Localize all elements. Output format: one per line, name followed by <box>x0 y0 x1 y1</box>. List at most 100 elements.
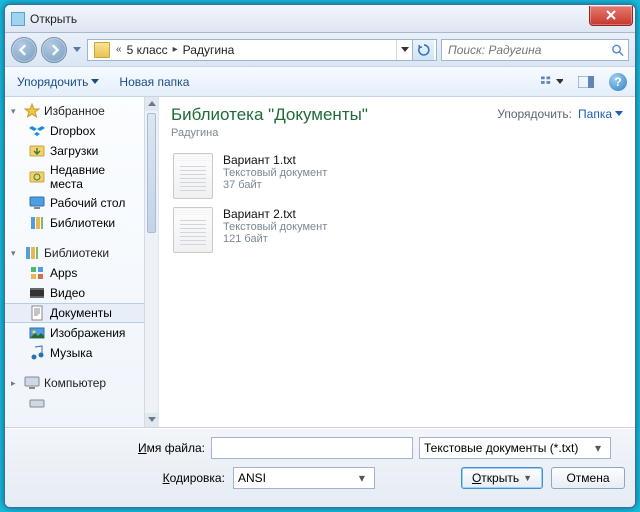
sidebar-item-documents[interactable]: Документы <box>5 303 145 323</box>
chevron-down-icon: ▼ <box>523 473 532 483</box>
folder-icon <box>94 42 110 58</box>
nav-bar: « 5 класс ▸ Радугина <box>5 33 635 67</box>
chevron-down-icon <box>556 79 563 85</box>
file-size: 37 байт <box>223 179 327 191</box>
sidebar: ▾ Избранное Dropbox Загрузки Недавние ме… <box>5 97 159 427</box>
preview-pane-icon <box>578 76 594 88</box>
file-name-label: Имя файла: <box>15 441 205 455</box>
file-name: Вариант 1.txt <box>223 153 327 167</box>
encoding-select[interactable]: ANSI ▾ <box>233 467 375 489</box>
file-type-filter[interactable]: Текстовые документы (*.txt) ▾ <box>419 437 611 459</box>
new-folder-label: Новая папка <box>119 75 189 89</box>
search-input[interactable] <box>446 42 607 58</box>
sort-dropdown[interactable]: Папка <box>578 107 623 121</box>
sidebar-item-libraries-fav[interactable]: Библиотеки <box>5 213 145 233</box>
open-button[interactable]: Открыть ▼ <box>461 467 543 489</box>
sidebar-item-recent[interactable]: Недавние места <box>5 161 145 193</box>
sidebar-item-drive[interactable] <box>5 393 145 413</box>
sidebar-group-computer[interactable]: ▸ Компьютер <box>5 373 145 393</box>
view-icon <box>541 75 556 89</box>
breadcrumb-2[interactable]: Радугина <box>180 43 238 57</box>
arrow-right-icon <box>48 44 60 56</box>
new-folder-button[interactable]: Новая папка <box>115 73 193 91</box>
library-title: Библиотека "Документы" <box>171 105 497 125</box>
nav-history-dropdown[interactable] <box>71 40 83 60</box>
back-button[interactable] <box>11 37 37 63</box>
file-name-input[interactable] <box>211 437 413 459</box>
libraries-icon <box>29 215 45 231</box>
breadcrumb-sep-icon: ▸ <box>171 44 180 55</box>
favorites-label: Избранное <box>44 104 105 118</box>
apps-icon <box>29 265 45 281</box>
footer: Имя файла: Текстовые документы (*.txt) ▾… <box>5 428 635 507</box>
chevron-down-icon <box>401 47 409 53</box>
chevron-down-icon <box>73 47 81 53</box>
refresh-button[interactable] <box>412 40 434 60</box>
file-item[interactable]: Вариант 2.txt Текстовый документ 121 бай… <box>171 203 623 257</box>
refresh-icon <box>418 44 430 56</box>
toolbar: Упорядочить Новая папка ? <box>5 67 635 97</box>
video-icon <box>29 285 45 301</box>
sidebar-item-desktop[interactable]: Рабочий стол <box>5 193 145 213</box>
desktop-icon <box>29 195 45 211</box>
collapse-icon: ▾ <box>11 106 20 117</box>
file-type: Текстовый документ <box>223 221 327 233</box>
breadcrumb-1[interactable]: 5 класс <box>124 43 171 57</box>
search-icon <box>611 43 624 57</box>
organize-button[interactable]: Упорядочить <box>13 73 103 91</box>
documents-icon <box>29 305 45 321</box>
chevron-down-icon: ▾ <box>590 441 606 455</box>
star-icon <box>24 103 40 119</box>
help-button[interactable]: ? <box>609 73 627 91</box>
address-bar[interactable]: « 5 класс ▸ Радугина <box>87 39 437 61</box>
cancel-button[interactable]: Отмена <box>551 467 625 489</box>
close-icon <box>606 10 616 20</box>
dropbox-icon <box>29 123 45 139</box>
sidebar-group-favorites[interactable]: ▾ Избранное <box>5 101 145 121</box>
file-name: Вариант 2.txt <box>223 207 327 221</box>
recent-icon <box>29 169 45 185</box>
sidebar-item-video[interactable]: Видео <box>5 283 145 303</box>
search-box[interactable] <box>441 39 629 61</box>
preview-pane-button[interactable] <box>575 72 597 92</box>
music-icon <box>29 345 45 361</box>
file-type: Текстовый документ <box>223 167 327 179</box>
collapse-icon: ▾ <box>11 248 20 259</box>
pictures-icon <box>29 325 45 341</box>
window-title: Открыть <box>30 12 589 26</box>
titlebar: Открыть <box>5 5 635 33</box>
sidebar-scrollbar[interactable] <box>144 97 158 427</box>
scroll-up-icon[interactable] <box>145 97 158 111</box>
file-list[interactable]: Вариант 1.txt Текстовый документ 37 байт… <box>159 145 635 261</box>
libraries-icon <box>24 245 40 261</box>
computer-label: Компьютер <box>44 376 106 390</box>
file-item[interactable]: Вариант 1.txt Текстовый документ 37 байт <box>171 149 623 203</box>
chevron-down-icon <box>615 111 623 117</box>
organize-label: Упорядочить <box>17 75 88 89</box>
address-dropdown[interactable] <box>396 40 412 60</box>
sidebar-item-apps[interactable]: Apps <box>5 263 145 283</box>
text-file-icon <box>173 207 213 253</box>
library-subtitle: Радугина <box>171 127 497 139</box>
sidebar-item-music[interactable]: Музыка <box>5 343 145 363</box>
sort-label: Упорядочить: <box>497 107 572 121</box>
text-file-icon <box>173 153 213 199</box>
scroll-thumb[interactable] <box>147 113 156 233</box>
view-options-button[interactable] <box>541 72 563 92</box>
sidebar-item-dropbox[interactable]: Dropbox <box>5 121 145 141</box>
sidebar-item-downloads[interactable]: Загрузки <box>5 141 145 161</box>
breadcrumb-root: « <box>114 44 124 55</box>
chevron-down-icon: ▾ <box>354 471 370 485</box>
forward-button[interactable] <box>41 37 67 63</box>
downloads-icon <box>29 143 45 159</box>
app-icon <box>11 12 25 26</box>
close-button[interactable] <box>589 6 633 26</box>
sidebar-item-pictures[interactable]: Изображения <box>5 323 145 343</box>
scroll-down-icon[interactable] <box>145 413 158 427</box>
arrow-left-icon <box>18 44 30 56</box>
main-pane: Библиотека "Документы" Радугина Упорядоч… <box>159 97 635 427</box>
computer-icon <box>24 375 40 391</box>
encoding-label: Кодировка: <box>35 471 225 485</box>
sidebar-group-libraries[interactable]: ▾ Библиотеки <box>5 243 145 263</box>
file-size: 121 байт <box>223 233 327 245</box>
